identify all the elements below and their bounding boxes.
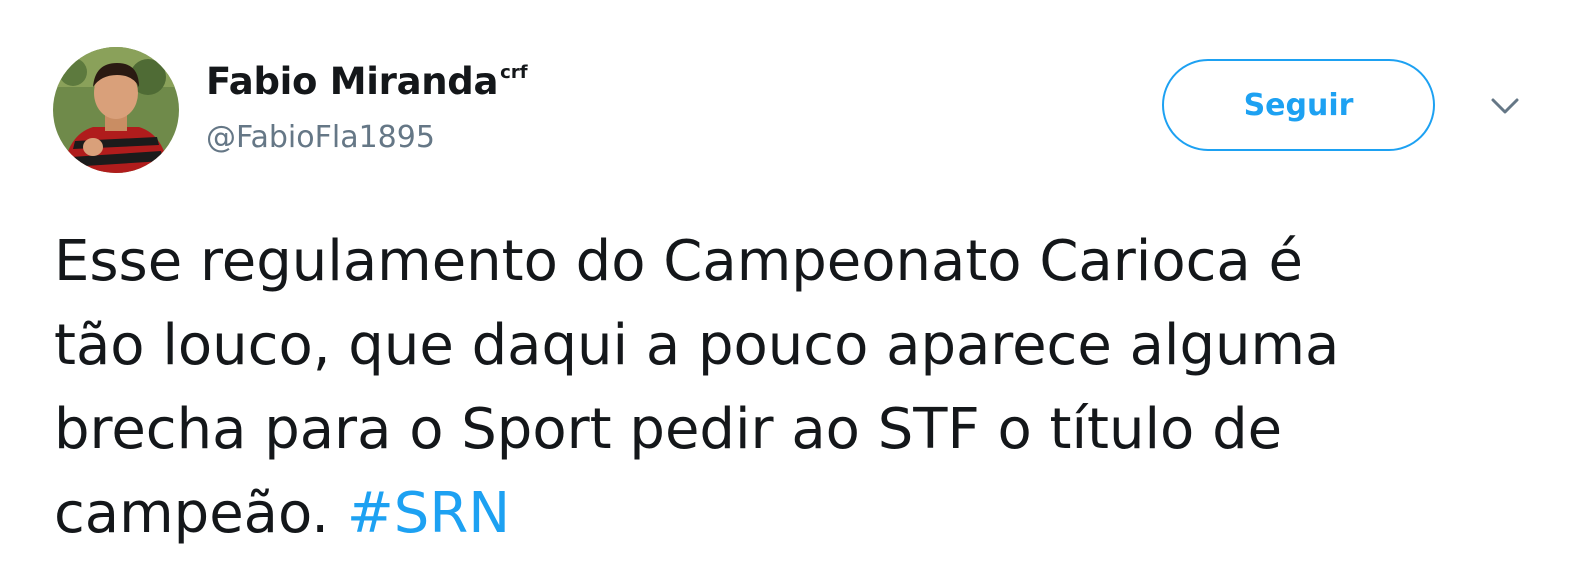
tweet-text-line: Esse regulamento do Campeonato Carioca é (54, 229, 1303, 294)
author-display-name[interactable]: Fabio Miranda (206, 60, 498, 103)
author-name-superscript: crf (500, 62, 528, 83)
hashtag-link[interactable]: #SRN (347, 481, 510, 546)
tweet-text-fragment: campeão. (54, 481, 347, 546)
tweet-text: Esse regulamento do Campeonato Carioca é… (54, 220, 1554, 556)
author-handle[interactable]: @FabioFla1895 (206, 120, 435, 155)
author-name-row[interactable]: Fabio Miranda crf (206, 60, 528, 103)
tweet-text-line-last: campeão. #SRN (54, 472, 1554, 556)
follow-button[interactable]: Seguir (1162, 59, 1435, 151)
avatar-image (53, 47, 179, 173)
avatar[interactable] (53, 47, 179, 173)
chevron-down-icon[interactable] (1489, 95, 1521, 119)
tweet-text-line: brecha para o Sport pedir ao STF o títul… (54, 397, 1283, 462)
tweet-card: Fabio Miranda crf @FabioFla1895 Seguir Es… (0, 0, 1585, 575)
tweet-text-line: tão louco, que daqui a pouco aparece alg… (54, 313, 1340, 378)
